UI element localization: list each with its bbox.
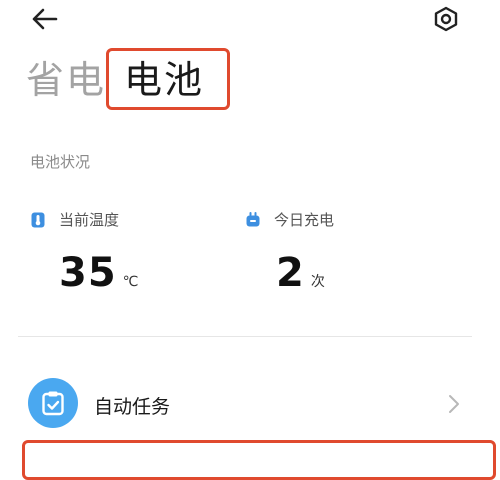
thermometer-icon (29, 211, 47, 229)
back-button[interactable] (24, 2, 64, 36)
charge-count-value: 2 次 (276, 250, 325, 296)
battery-status-label: 电池状况 (30, 153, 91, 171)
chevron-right-icon (449, 395, 459, 413)
arrow-left-icon (32, 8, 58, 30)
temperature-label-text: 当前温度 (59, 211, 120, 229)
tab-power-saving[interactable]: 省电 (26, 56, 106, 104)
charge-count-unit: 次 (310, 274, 325, 290)
charge-count-number: 2 (276, 250, 305, 296)
temperature-unit: ℃ (122, 274, 139, 290)
divider (18, 336, 472, 337)
temperature-stat-label: 当前温度 (29, 209, 119, 230)
charge-stat-label: 今日充电 (244, 209, 334, 230)
temperature-value: 35 ℃ (59, 250, 138, 296)
temperature-number: 35 (59, 250, 117, 296)
auto-task-row[interactable]: 自动任务 (18, 370, 472, 440)
next-row-highlight-box (22, 440, 496, 480)
tab-highlight-box (106, 48, 230, 110)
hexagon-gear-icon (434, 6, 458, 32)
charge-label-text: 今日充电 (274, 211, 335, 229)
settings-button[interactable] (426, 2, 466, 36)
plug-icon (244, 211, 262, 229)
clipboard-check-icon (28, 378, 78, 428)
auto-task-label: 自动任务 (94, 396, 171, 418)
